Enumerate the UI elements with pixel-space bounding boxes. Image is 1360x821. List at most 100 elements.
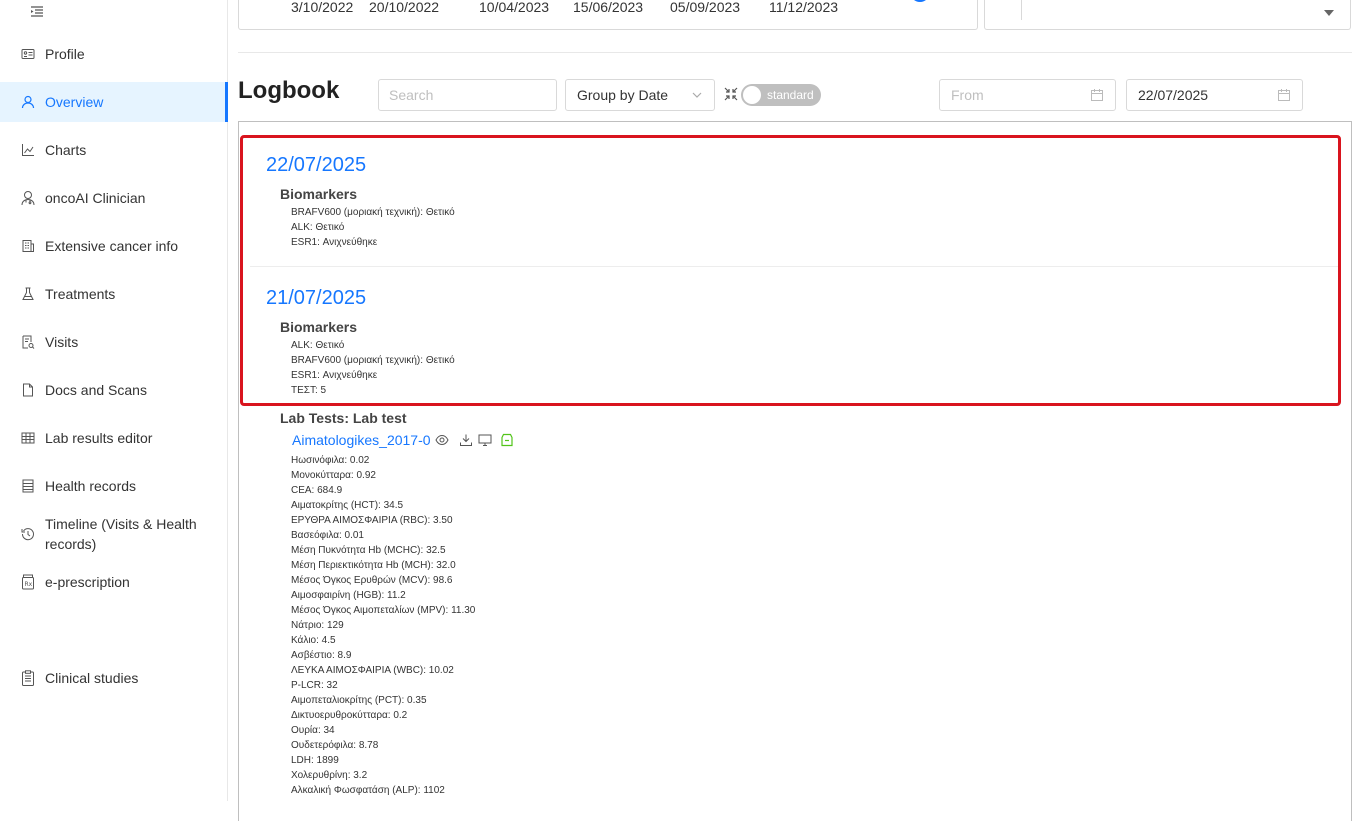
lab-result-line: ΕΡΥΘΡΑ ΑΙΜΟΣΦΑΙΡΙΑ (RBC): 3.50 <box>291 515 453 526</box>
sidebar-item-visits[interactable]: Visits <box>0 322 228 362</box>
view-mode-toggle[interactable]: standard <box>741 84 821 106</box>
lab-result-line: Ουρία: 34 <box>291 725 335 736</box>
sidebar-item-health-records[interactable]: Health records <box>0 466 228 506</box>
sidebar-item-label: Treatments <box>45 286 116 302</box>
timeline-date: 20/10/2022 <box>369 0 440 15</box>
calendar-icon <box>1091 89 1103 101</box>
timeline-date: 15/06/2023 <box>573 0 644 15</box>
lab-result-line: Μέση Περιεκτικότητα Hb (MCH): 32.0 <box>291 560 456 571</box>
chart-icon <box>20 142 36 158</box>
detail-line: BRAFV600 (μοριακή τεχνική): Θετικό <box>291 207 455 218</box>
lab-result-line: Νάτριο: 129 <box>291 620 344 631</box>
caret-down-icon[interactable] <box>1324 10 1334 16</box>
sidebar-item-profile[interactable]: Profile <box>0 34 228 74</box>
sidebar-item-label: Extensive cancer info <box>45 238 179 254</box>
toggle-label: standard <box>767 88 814 102</box>
lab-section-title: Lab Tests: Lab test <box>280 410 407 426</box>
group-by-value: Group by Date <box>577 87 669 103</box>
flask-icon <box>20 286 36 302</box>
sidebar: Profile Overview Charts oncoAI Clinician… <box>0 0 228 801</box>
menu-fold-icon[interactable] <box>30 5 44 19</box>
sidebar-item-label: Visits <box>45 334 79 350</box>
lab-result-line: LDH: 1899 <box>291 755 339 766</box>
detail-line: ALK: Θετικό <box>291 222 345 233</box>
lab-results-list: Ηωσινόφιλα: 0.02 Μονοκύτταρα: 0.92 CEA: 68… <box>291 453 475 798</box>
detail-line: TEΣT: 5 <box>291 385 327 396</box>
lab-result-line: Μέσος Όγκος Αιμοπεταλίων (MPV): 11.30 <box>291 605 476 616</box>
lab-result-line: Μονοκύτταρα: 0.92 <box>291 470 376 481</box>
sidebar-item-overview[interactable]: Overview <box>0 82 228 122</box>
lab-result-line: Δικτυοερυθροκύτταρα: 0.2 <box>291 710 408 721</box>
from-date-input[interactable]: From <box>939 79 1116 111</box>
monitor-icon[interactable] <box>478 433 492 447</box>
timeline-date: 05/09/2023 <box>670 0 741 15</box>
prescription-icon: Rx <box>20 574 36 590</box>
sidebar-item-extensive-cancer-info[interactable]: Extensive cancer info <box>0 226 228 266</box>
detail-line: ALK: Θετικό <box>291 340 345 351</box>
svg-text:Rx: Rx <box>25 581 33 588</box>
detail-line: BRAFV600 (μοριακή τεχνική): Θετικό <box>291 355 455 366</box>
entry-date[interactable]: 21/07/2025 <box>266 287 366 310</box>
sidebar-item-timeline[interactable]: Timeline (Visits & Health records) <box>0 510 228 558</box>
chevron-down-icon <box>692 92 702 98</box>
lab-result-line: ΛΕΥΚΑ ΑΙΜΟΣΦΑΙΡΙΑ (WBC): 10.02 <box>291 665 454 676</box>
timeline-date: 3/10/2022 <box>291 0 354 15</box>
section-divider <box>238 52 1352 53</box>
sidebar-item-clinical-studies[interactable]: Clinical studies <box>0 658 228 698</box>
sidebar-item-label: Health records <box>45 478 137 494</box>
search-input[interactable] <box>378 79 557 111</box>
clipboard-icon <box>20 670 36 686</box>
history-icon <box>20 526 36 542</box>
user-icon <box>20 94 36 110</box>
sidebar-item-label: Lab results editor <box>45 430 153 446</box>
group-by-select[interactable]: Group by Date <box>565 79 715 111</box>
entry-date[interactable]: 22/07/2025 <box>266 154 366 177</box>
eye-icon[interactable] <box>435 433 449 447</box>
lab-result-line: Κάλιο: 4.5 <box>291 635 336 646</box>
doctor-icon <box>20 190 36 206</box>
lab-result-line: CEA: 684.9 <box>291 485 343 496</box>
lab-file-link[interactable]: Aimatologikes_2017-0 <box>292 432 431 448</box>
lab-result-line: Αιμοσφαιρίνη (HGB): 11.2 <box>291 590 406 601</box>
lab-result-line: Αλκαλική Φωσφατάση (ALP): 1102 <box>291 785 445 796</box>
lab-result-line: Ασβέστιο: 8.9 <box>291 650 352 661</box>
to-date-input[interactable]: 22/07/2025 <box>1126 79 1303 111</box>
building-icon <box>20 238 36 254</box>
file-icon <box>20 382 36 398</box>
archive-icon[interactable] <box>500 433 514 447</box>
profile-card-icon <box>20 46 36 62</box>
sidebar-item-label: Profile <box>45 46 85 62</box>
sidebar-item-treatments[interactable]: Treatments <box>0 274 228 314</box>
sidebar-item-label: Charts <box>45 142 87 158</box>
visit-document-icon <box>20 334 36 350</box>
sidebar-item-e-prescription[interactable]: Rx e-prescription <box>0 562 228 602</box>
to-date-value: 22/07/2025 <box>1138 87 1209 103</box>
lab-result-line: Ηωσινόφιλα: 0.02 <box>291 455 370 466</box>
download-icon[interactable] <box>459 433 473 447</box>
sidebar-item-label: Clinical studies <box>45 670 139 686</box>
detail-line: ESR1: Ανιχνεύθηκε <box>291 370 378 381</box>
treatment-timeline-card: 3/10/2022 20/10/2022 10/04/2023 15/06/20… <box>238 0 978 30</box>
section-title: Biomarkers <box>280 319 358 335</box>
lab-result-line: Χολερυθρίνη: 3.2 <box>291 770 368 781</box>
lab-result-line: Ουδετερόφιλα: 8.78 <box>291 740 379 751</box>
toggle-knob <box>743 86 761 104</box>
timeline-date: 10/04/2023 <box>479 0 550 15</box>
lab-result-line: Αιμοπεταλιοκρίτης (PCT): 0.35 <box>291 695 427 706</box>
lab-result-line: P-LCR: 32 <box>291 680 338 691</box>
sidebar-item-label: Docs and Scans <box>45 382 147 398</box>
table-icon <box>20 430 36 446</box>
records-icon <box>20 478 36 494</box>
calendar-icon <box>1278 89 1290 101</box>
lab-result-line: Αιματοκρίτης (HCT): 34.5 <box>291 500 404 511</box>
sidebar-item-oncoai-clinician[interactable]: oncoAI Clinician <box>0 178 228 218</box>
detail-line: ESR1: Ανιχνεύθηκε <box>291 237 378 248</box>
sidebar-item-charts[interactable]: Charts <box>0 130 228 170</box>
sidebar-item-label: Overview <box>45 94 104 110</box>
summary-select-card[interactable] <box>984 0 1351 30</box>
sidebar-item-lab-results-editor[interactable]: Lab results editor <box>0 418 228 458</box>
compress-icon[interactable] <box>724 87 738 101</box>
sidebar-item-label: Timeline (Visits & Health records) <box>45 516 197 552</box>
sidebar-item-docs-and-scans[interactable]: Docs and Scans <box>0 370 228 410</box>
section-title: Biomarkers <box>280 186 358 202</box>
